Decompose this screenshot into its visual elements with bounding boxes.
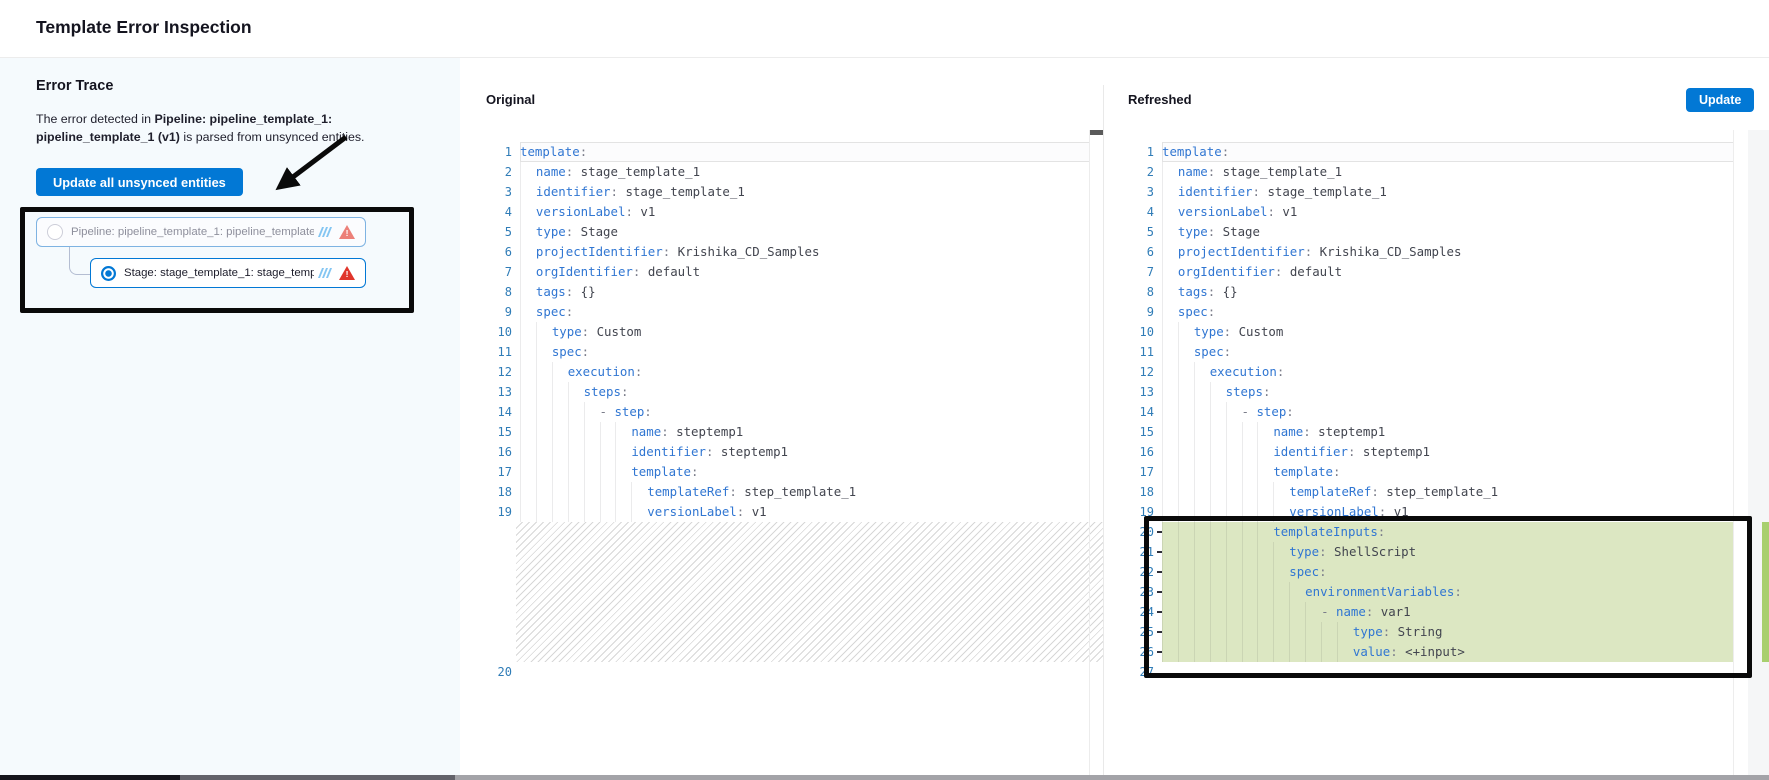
error-trace-title: Error Trace: [36, 78, 113, 94]
code-line[interactable]: 1template:: [1128, 142, 1769, 162]
refreshed-editor[interactable]: 1template:2name: stage_template_13identi…: [1128, 130, 1769, 775]
code-line[interactable]: 3identifier: stage_template_1: [486, 182, 1103, 202]
warning-icon: [339, 225, 355, 239]
code-line[interactable]: 12execution:: [1128, 362, 1769, 382]
template-error-inspection-page: Template Error Inspection Error Trace Th…: [0, 0, 1769, 780]
entity-tree-connector: [69, 247, 91, 275]
code-line[interactable]: 23environmentVariables:: [1128, 582, 1769, 602]
code-line[interactable]: 7orgIdentifier: default: [486, 262, 1103, 282]
error-trace-description: The error detected in Pipeline: pipeline…: [36, 111, 384, 146]
code-line[interactable]: 15name: steptemp1: [486, 422, 1103, 442]
stage-entity-label: Stage: stage_template_1: stage_templat..…: [124, 267, 314, 279]
code-line[interactable]: 18templateRef: step_template_1: [486, 482, 1103, 502]
code-line[interactable]: 20: [486, 662, 1103, 682]
code-line[interactable]: 12execution:: [486, 362, 1103, 382]
original-editor[interactable]: 1template:2name: stage_template_13identi…: [486, 130, 1103, 775]
code-line[interactable]: 10type: Custom: [486, 322, 1103, 342]
update-all-unsynced-entities-button[interactable]: Update all unsynced entities: [36, 168, 243, 196]
top-header-bar: Template Error Inspection: [0, 0, 1769, 58]
refreshed-code-edge: [1733, 130, 1734, 775]
entity-card-stage[interactable]: Stage: stage_template_1: stage_templat..…: [90, 258, 366, 288]
stage-radio[interactable]: [101, 266, 116, 281]
code-line[interactable]: 6projectIdentifier: Krishika_CD_Samples: [486, 242, 1103, 262]
code-line[interactable]: 9spec:: [486, 302, 1103, 322]
template-icon: [318, 227, 332, 237]
code-line[interactable]: 27: [1128, 662, 1769, 682]
refreshed-code-lines: 1template:2name: stage_template_13identi…: [1128, 130, 1769, 682]
original-overview-ruler[interactable]: [1089, 130, 1103, 775]
code-line[interactable]: 16identifier: steptemp1: [1128, 442, 1769, 462]
code-line[interactable]: 3identifier: stage_template_1: [1128, 182, 1769, 202]
code-line[interactable]: 17template:: [486, 462, 1103, 482]
update-button[interactable]: Update: [1686, 88, 1754, 112]
code-line[interactable]: 8tags: {}: [486, 282, 1103, 302]
entity-card-pipeline[interactable]: Pipeline: pipeline_template_1: pipeline_…: [36, 217, 366, 247]
horizontal-scrollbar[interactable]: [0, 775, 1769, 780]
error-trace-sidebar: Error Trace The error detected in Pipeli…: [0, 58, 460, 775]
page-title: Template Error Inspection: [36, 17, 252, 38]
panel-divider: [1103, 85, 1104, 775]
original-code-lines: 1template:2name: stage_template_13identi…: [486, 130, 1103, 682]
template-icon: [318, 268, 332, 278]
code-line[interactable]: 19versionLabel: v1: [1128, 502, 1769, 522]
code-line[interactable]: 2name: stage_template_1: [486, 162, 1103, 182]
diff-hatch-region: [516, 522, 1103, 662]
code-line[interactable]: 5type: Stage: [1128, 222, 1769, 242]
code-line[interactable]: 4versionLabel: v1: [486, 202, 1103, 222]
code-line[interactable]: 18templateRef: step_template_1: [1128, 482, 1769, 502]
code-line[interactable]: 13steps:: [1128, 382, 1769, 402]
code-line[interactable]: 24- name: var1: [1128, 602, 1769, 622]
code-line[interactable]: 6projectIdentifier: Krishika_CD_Samples: [1128, 242, 1769, 262]
code-line[interactable]: 11spec:: [1128, 342, 1769, 362]
horizontal-scrollbar-thumb[interactable]: [0, 775, 180, 780]
refreshed-panel-title: Refreshed: [1128, 92, 1192, 107]
code-line[interactable]: 16identifier: steptemp1: [486, 442, 1103, 462]
code-line[interactable]: 21type: ShellScript: [1128, 542, 1769, 562]
code-line[interactable]: 11spec:: [486, 342, 1103, 362]
code-line[interactable]: 8tags: {}: [1128, 282, 1769, 302]
code-line[interactable]: 15name: steptemp1: [1128, 422, 1769, 442]
refreshed-scrollbar[interactable]: [1748, 130, 1769, 775]
pipeline-entity-label: Pipeline: pipeline_template_1: pipeline_…: [71, 226, 314, 238]
code-line[interactable]: 20templateInputs:: [1128, 522, 1769, 542]
code-line[interactable]: 17template:: [1128, 462, 1769, 482]
code-line[interactable]: 14- step:: [486, 402, 1103, 422]
code-line[interactable]: 13steps:: [486, 382, 1103, 402]
code-line[interactable]: 14- step:: [1128, 402, 1769, 422]
horizontal-scrollbar-thumb-shadow: [180, 775, 455, 780]
added-lines-overview-marker-icon: [1762, 522, 1769, 662]
code-line[interactable]: 5type: Stage: [486, 222, 1103, 242]
warning-icon: [339, 266, 355, 280]
code-line[interactable]: 2name: stage_template_1: [1128, 162, 1769, 182]
pipeline-radio[interactable]: [47, 224, 63, 240]
code-line[interactable]: 4versionLabel: v1: [1128, 202, 1769, 222]
code-line[interactable]: 9spec:: [1128, 302, 1769, 322]
code-line[interactable]: 7orgIdentifier: default: [1128, 262, 1769, 282]
code-line[interactable]: 26value: <+input>: [1128, 642, 1769, 662]
code-line[interactable]: 19versionLabel: v1: [486, 502, 1103, 522]
code-line[interactable]: 22spec:: [1128, 562, 1769, 582]
code-line[interactable]: 10type: Custom: [1128, 322, 1769, 342]
code-line[interactable]: 1template:: [486, 142, 1103, 162]
original-panel-title: Original: [486, 92, 535, 107]
overview-marker-icon: [1090, 130, 1103, 135]
code-line[interactable]: 25type: String: [1128, 622, 1769, 642]
